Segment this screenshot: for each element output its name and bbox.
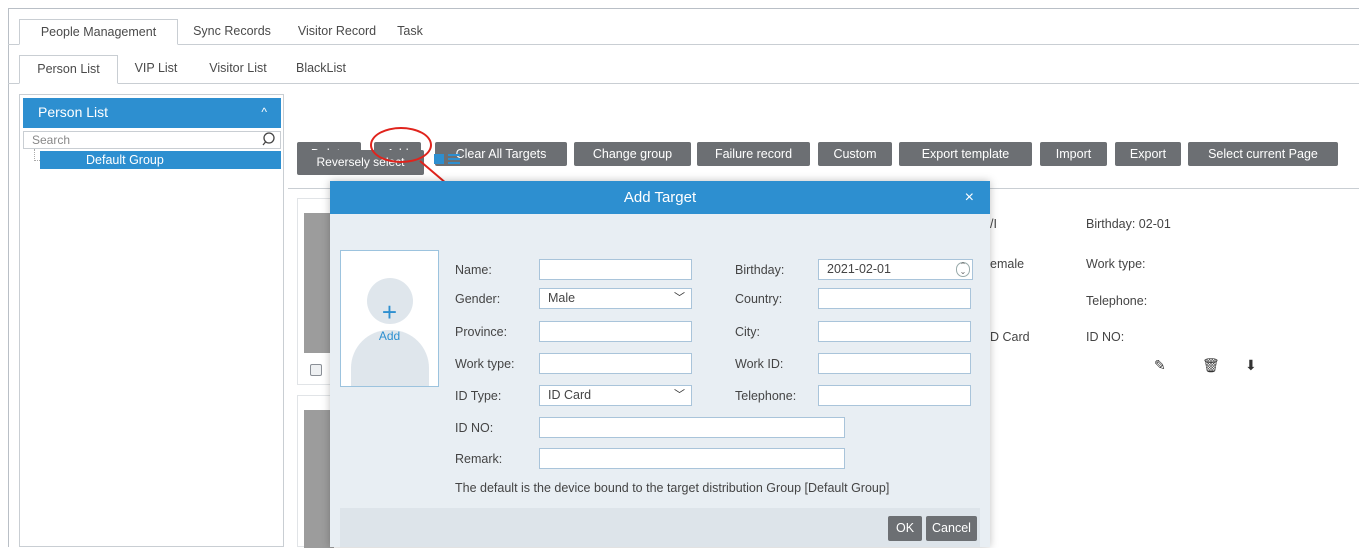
id-no-info: ID NO:: [1086, 330, 1125, 344]
gender-label: Gender:: [455, 292, 501, 306]
plus-icon: +: [381, 297, 398, 327]
add-target-dialog: Add Target × + Add Name: Gender: Male ﹀ …: [330, 181, 990, 547]
list-view-icon[interactable]: [448, 154, 460, 164]
id-no-field[interactable]: [539, 417, 845, 438]
id-type-label: ID Type:: [455, 389, 502, 403]
gender-value: Male: [548, 291, 576, 305]
tab-sync-records[interactable]: Sync Records: [180, 19, 284, 45]
name-label: Name:: [455, 263, 492, 277]
work-type-field[interactable]: [539, 353, 692, 374]
id-no-label: ID NO:: [455, 421, 494, 435]
tab-task[interactable]: Task: [388, 19, 432, 45]
card-info-text: /I: [990, 217, 997, 231]
chevron-down-icon: ﹀: [674, 292, 685, 304]
birthday-value: 2021-02-01: [827, 262, 891, 276]
birthday-info: Birthday: 02-01: [1086, 217, 1171, 231]
panel-title: Person List: [38, 104, 109, 120]
tab-blacklist[interactable]: BlackList: [286, 55, 356, 84]
sub-tabs: Person List VIP List Visitor List BlackL…: [8, 48, 1359, 84]
delete-icon[interactable]: 🗑: [1202, 357, 1220, 374]
custom-button[interactable]: Custom: [818, 142, 892, 166]
export-button[interactable]: Export: [1115, 142, 1181, 166]
photo-upload[interactable]: + Add: [340, 250, 439, 387]
id-type-select[interactable]: ID Card ﹀: [539, 385, 692, 406]
card-info-text: emale: [990, 257, 1025, 271]
tab-vip-list[interactable]: VIP List: [120, 55, 192, 84]
chevron-down-icon: ﹀: [674, 389, 685, 401]
work-id-label: Work ID:: [735, 357, 784, 371]
work-type-label: Work type:: [455, 357, 515, 371]
dialog-title: Add Target: [623, 189, 697, 206]
search-icon[interactable]: [262, 132, 276, 146]
birthday-field[interactable]: 2021-02-01 ⌃ ⌄: [818, 259, 973, 280]
change-group-button[interactable]: Change group: [574, 142, 691, 166]
search-input[interactable]: Search: [23, 131, 281, 149]
card-info-text: D Card: [990, 330, 1030, 344]
export-template-button[interactable]: Export template: [899, 142, 1032, 166]
tab-people-management[interactable]: People Management: [19, 19, 178, 45]
name-field[interactable]: [539, 259, 692, 280]
city-label: City:: [735, 325, 760, 339]
tab-person-list[interactable]: Person List: [19, 55, 118, 84]
highlight-circle: [370, 127, 432, 163]
tab-visitor-record[interactable]: Visitor Record: [288, 19, 386, 45]
remark-field[interactable]: [539, 448, 845, 469]
cancel-button[interactable]: Cancel: [926, 516, 977, 541]
card-checkbox[interactable]: [310, 364, 322, 376]
dialog-header: Add Target ×: [330, 181, 990, 214]
panel-header[interactable]: Person List ^: [23, 98, 281, 128]
close-icon[interactable]: ×: [965, 181, 974, 214]
telephone-info: Telephone:: [1086, 294, 1148, 308]
person-list-panel: Person List ^ Search Default Group: [19, 94, 284, 547]
download-icon[interactable]: ⬇: [1245, 357, 1257, 374]
tab-visitor-list[interactable]: Visitor List: [196, 55, 280, 84]
telephone-label: Telephone:: [735, 389, 797, 403]
edit-icon[interactable]: ✎: [1154, 357, 1166, 374]
import-button[interactable]: Import: [1040, 142, 1107, 166]
distribution-note: The default is the device bound to the t…: [455, 481, 890, 495]
gender-select[interactable]: Male ﹀: [539, 288, 692, 309]
province-label: Province:: [455, 325, 508, 339]
ok-button[interactable]: OK: [888, 516, 922, 541]
telephone-field[interactable]: [818, 385, 971, 406]
remark-label: Remark:: [455, 452, 503, 466]
work-type-info: Work type:: [1086, 257, 1146, 271]
add-photo-label: Add: [378, 329, 401, 343]
id-type-value: ID Card: [548, 388, 592, 402]
failure-record-button[interactable]: Failure record: [697, 142, 810, 166]
search-placeholder: Search: [32, 133, 71, 147]
city-field[interactable]: [818, 321, 971, 342]
province-field[interactable]: [539, 321, 692, 342]
country-field[interactable]: [818, 288, 971, 309]
work-id-field[interactable]: [818, 353, 971, 374]
tree-item-default-group[interactable]: Default Group: [40, 151, 281, 169]
collapse-icon[interactable]: ^: [261, 98, 267, 126]
birthday-label: Birthday:: [735, 263, 785, 277]
dialog-footer: [340, 508, 980, 547]
country-label: Country:: [735, 292, 783, 306]
select-current-page-button[interactable]: Select current Page: [1188, 142, 1338, 166]
date-spinner-icon[interactable]: ⌃ ⌄: [956, 262, 970, 277]
grid-view-icon[interactable]: [434, 154, 444, 164]
main-tabs: People Management Sync Records Visitor R…: [8, 13, 1359, 45]
